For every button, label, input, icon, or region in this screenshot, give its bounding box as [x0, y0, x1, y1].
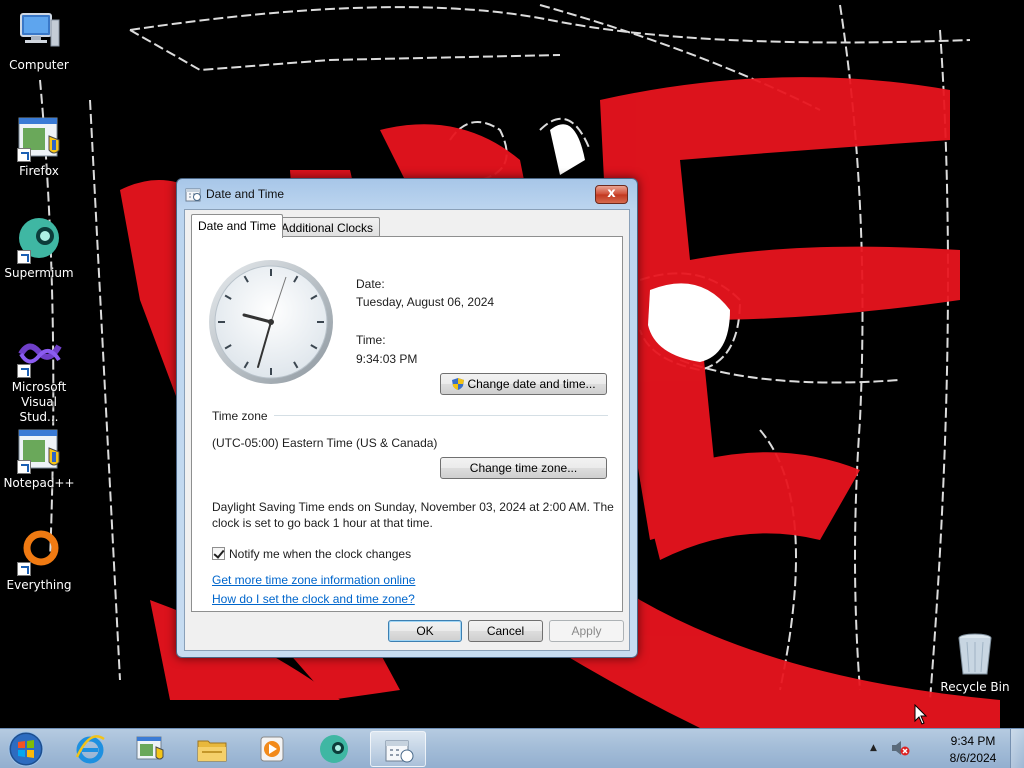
- close-button[interactable]: x: [595, 185, 628, 204]
- timezone-info-link[interactable]: Get more time zone information online: [212, 573, 415, 587]
- desktop-icon-label: Recycle Bin: [940, 680, 1010, 694]
- shortcut-arrow-icon: [17, 250, 31, 264]
- desktop-icon-firefox[interactable]: Firefox: [0, 114, 78, 179]
- taskbar-clock-time[interactable]: 9:34 PM: [940, 734, 1006, 748]
- taskbar-control-panel[interactable]: [122, 731, 178, 767]
- control-panel-icon: [136, 736, 164, 760]
- desktop-icon-label: Firefox: [19, 164, 59, 178]
- date-time-icon: [385, 740, 414, 763]
- desktop-icon-label: Everything: [6, 578, 72, 592]
- notify-checkbox[interactable]: [212, 547, 225, 560]
- date-value: Tuesday, August 06, 2024: [356, 295, 495, 309]
- section-divider: [274, 415, 608, 416]
- computer-icon: [15, 8, 63, 56]
- notify-label[interactable]: Notify me when the clock changes: [229, 547, 411, 561]
- how-to-set-clock-link[interactable]: How do I set the clock and time zone?: [212, 592, 415, 606]
- visual-studio-icon: [15, 330, 63, 378]
- show-hidden-icons-arrow[interactable]: ▲: [870, 743, 877, 753]
- shortcut-arrow-icon: [17, 364, 31, 378]
- close-icon: x: [607, 186, 616, 201]
- desktop-icon-computer[interactable]: Computer: [0, 8, 78, 73]
- change-time-zone-button[interactable]: Change time zone...: [440, 457, 607, 479]
- desktop-icon-notepadpp[interactable]: Notepad++: [0, 426, 78, 491]
- shortcut-arrow-icon: [17, 148, 31, 162]
- dst-info-line1: Daylight Saving Time ends on Sunday, Nov…: [212, 500, 614, 514]
- time-value: 9:34:03 PM: [356, 352, 418, 366]
- taskbar-clock-date[interactable]: 8/6/2024: [940, 751, 1006, 765]
- desktop-icon-supermium[interactable]: Supermium: [0, 216, 78, 281]
- apply-button[interactable]: Apply: [549, 620, 624, 642]
- internet-explorer-icon: [75, 735, 105, 764]
- timezone-value: (UTC-05:00) Eastern Time (US & Canada): [212, 436, 438, 450]
- dialog-client-area: Date and Time Additional Clocks Date: Tu…: [184, 209, 630, 651]
- date-and-time-dialog: Date and Time x Date and Time Additional…: [176, 178, 638, 658]
- time-label: Time:: [356, 333, 386, 347]
- tab-panel: Date: Tuesday, August 06, 2024 Time: 9:3…: [191, 236, 623, 612]
- media-player-icon: [260, 736, 284, 762]
- supermium-icon: [15, 216, 63, 264]
- desktop-icon-label: Microsoft Visual Stud...: [11, 380, 67, 424]
- notepadpp-icon: [15, 426, 63, 474]
- dst-info-line2: clock is set to go back 1 hour at that t…: [212, 516, 433, 530]
- volume-muted-icon[interactable]: [890, 739, 910, 757]
- date-time-icon: [185, 188, 201, 202]
- shortcut-arrow-icon: [17, 460, 31, 474]
- change-date-time-label: Change date and time...: [467, 377, 596, 391]
- desktop-icon-everything[interactable]: Everything: [0, 528, 78, 593]
- ok-button[interactable]: OK: [388, 620, 462, 642]
- firefox-icon: [15, 114, 63, 162]
- window-title: Date and Time: [206, 187, 285, 201]
- start-button[interactable]: [6, 731, 46, 767]
- mouse-cursor-icon: [914, 704, 928, 725]
- timezone-header: Time zone: [212, 409, 268, 423]
- change-date-time-button[interactable]: Change date and time...: [440, 373, 607, 395]
- tab-date-and-time[interactable]: Date and Time: [191, 214, 284, 238]
- recycle-bin-icon: [951, 630, 999, 678]
- desktop-icon-label: Supermium: [4, 266, 74, 280]
- title-bar[interactable]: Date and Time x: [177, 179, 637, 209]
- taskbar-file-explorer[interactable]: [184, 731, 240, 767]
- shortcut-arrow-icon: [17, 562, 31, 576]
- supermium-icon: [320, 735, 348, 763]
- uac-shield-icon: [452, 378, 464, 390]
- tab-additional-clocks[interactable]: Additional Clocks: [274, 217, 381, 238]
- everything-icon: [15, 528, 63, 576]
- desktop-icon-recycle-bin[interactable]: Recycle Bin: [936, 630, 1014, 695]
- date-label: Date:: [356, 277, 385, 291]
- taskbar-date-time[interactable]: [370, 731, 426, 767]
- desktop-icon-visual-studio[interactable]: Microsoft Visual Stud...: [0, 330, 78, 425]
- desktop-icon-label: Computer: [9, 58, 69, 72]
- taskbar-internet-explorer[interactable]: [62, 731, 118, 767]
- taskbar-supermium[interactable]: [306, 731, 362, 767]
- desktop-icon-label: Notepad++: [3, 476, 75, 490]
- taskbar: ▲ 9:34 PM 8/6/2024: [0, 728, 1024, 768]
- file-explorer-icon: [197, 740, 227, 762]
- show-desktop-button[interactable]: [1010, 729, 1024, 768]
- taskbar-media-player[interactable]: [244, 731, 300, 767]
- analog-clock: [209, 260, 333, 384]
- cancel-button[interactable]: Cancel: [468, 620, 543, 642]
